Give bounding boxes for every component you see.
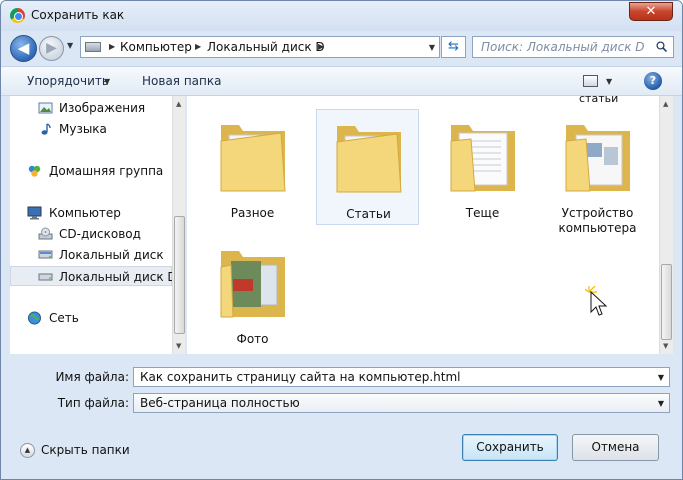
breadcrumb-chevron-icon[interactable]: ▶	[195, 42, 201, 51]
folder-icon	[565, 125, 630, 192]
navigation-scrollbar[interactable]: ▲ ▼	[172, 96, 185, 354]
sidebar-item-label: Изображения	[59, 101, 146, 115]
scrollbar-thumb[interactable]	[174, 216, 185, 334]
folder-icon	[220, 251, 285, 318]
network-icon	[28, 311, 41, 325]
refresh-button[interactable]: ⇆	[441, 36, 466, 58]
folder-icon	[220, 125, 286, 192]
close-button[interactable]: ✕	[629, 2, 673, 21]
navigation-pane: Изображения Музыка Домашняя группа Компь…	[10, 96, 177, 354]
sidebar-item-label: Музыка	[59, 122, 107, 136]
recent-locations-icon[interactable]: ▼	[67, 41, 73, 50]
sidebar-item-label: Сеть	[49, 311, 79, 325]
folder-name: компьютера	[558, 221, 637, 235]
sidebar-item-cd-drive[interactable]: CD-дисковод	[10, 224, 172, 244]
sidebar-item-computer[interactable]: Компьютер	[10, 203, 172, 223]
computer-icon	[85, 42, 101, 52]
folder-name: Разное	[230, 206, 275, 220]
breadcrumb-disk-d[interactable]: Локальный диск D	[207, 40, 325, 54]
folder-item[interactable]: Устройство компьютера	[546, 109, 649, 235]
scroll-down-icon[interactable]: ▼	[176, 342, 181, 350]
filename-value: Как сохранить страницу сайта на компьюте…	[140, 370, 461, 384]
folder-item[interactable]: Разное	[201, 109, 304, 225]
folder-icon	[450, 125, 515, 192]
scrollbar-thumb[interactable]	[661, 264, 672, 340]
scroll-down-icon[interactable]: ▼	[663, 342, 668, 350]
chevron-down-icon[interactable]: ▼	[658, 399, 664, 408]
scroll-up-icon[interactable]: ▲	[176, 100, 181, 108]
sidebar-item-local-disk[interactable]: Локальный диск	[10, 245, 172, 265]
folder-item-hover[interactable]: Статьи	[316, 109, 419, 225]
file-list: статьи Разное Статьи Теще Устройство ком…	[187, 92, 659, 354]
disk-icon	[38, 273, 53, 281]
forward-button[interactable]: ▶	[39, 36, 64, 61]
view-icon[interactable]	[583, 75, 598, 87]
music-icon	[41, 123, 51, 135]
save-button[interactable]: Сохранить	[462, 434, 558, 461]
filename-label: Имя файла:	[55, 370, 129, 384]
chevron-down-icon[interactable]: ▼	[658, 373, 664, 382]
organize-button[interactable]: Упорядочить	[27, 74, 109, 88]
address-row: ◀ ▶ ▼ ▶ Компьютер ▶ Локальный диск D ▶ ▼…	[1, 31, 682, 63]
help-button[interactable]: ?	[644, 72, 662, 90]
address-dropdown-icon[interactable]: ▼	[429, 43, 435, 52]
homegroup-icon	[28, 165, 41, 177]
folder-name: Статьи	[346, 207, 391, 221]
folder-name: Фото	[236, 332, 269, 346]
save-as-dialog: Сохранить как ✕ ◀ ▶ ▼ ▶ Компьютер ▶ Лока…	[0, 0, 683, 480]
sidebar-item-label: Локальный диск D	[59, 270, 177, 284]
search-icon[interactable]	[656, 41, 667, 52]
filetype-select[interactable]: Веб-страница полностью ▼	[133, 393, 670, 413]
folder-label-partial: статьи	[579, 92, 619, 105]
breadcrumb-chevron-icon[interactable]: ▶	[109, 42, 115, 51]
window-title: Сохранить как	[31, 8, 125, 22]
folder-name: Теще	[465, 206, 500, 220]
filetype-label: Тип файла:	[57, 396, 129, 410]
chevron-up-icon[interactable]: ▲	[20, 443, 35, 458]
scroll-up-icon[interactable]: ▲	[663, 100, 668, 108]
sidebar-item-pictures[interactable]: Изображения	[10, 98, 172, 118]
filetype-value: Веб-страница полностью	[140, 396, 300, 410]
sidebar-item-label: CD-дисковод	[59, 227, 141, 241]
address-bar[interactable]: ▶ Компьютер ▶ Локальный диск D ▶ ▼	[80, 36, 440, 58]
mouse-cursor-icon	[585, 286, 608, 316]
pictures-icon	[38, 102, 53, 114]
chrome-icon	[10, 8, 25, 23]
search-input[interactable]: Поиск: Локальный диск D	[472, 36, 674, 58]
cancel-button[interactable]: Отмена	[572, 434, 659, 461]
disk-icon	[38, 250, 53, 259]
back-button[interactable]: ◀	[10, 35, 37, 62]
sidebar-item-label: Домашняя группа	[49, 164, 164, 178]
sidebar-item-local-disk-d[interactable]: Локальный диск D	[10, 266, 177, 286]
sidebar-item-label: Компьютер	[49, 206, 121, 220]
folder-item[interactable]: Фото	[201, 235, 304, 351]
folder-item[interactable]: Теще	[431, 109, 534, 225]
sidebar-item-music[interactable]: Музыка	[10, 119, 172, 139]
file-list-scrollbar[interactable]: ▲ ▼	[659, 96, 673, 354]
filename-input[interactable]: Как сохранить страницу сайта на компьюте…	[133, 367, 670, 387]
sidebar-item-label: Локальный диск	[59, 248, 164, 262]
breadcrumb-chevron-icon[interactable]: ▶	[318, 42, 324, 51]
hide-folders-label: Скрыть папки	[41, 443, 130, 457]
chevron-down-icon[interactable]: ▼	[104, 77, 110, 86]
sidebar-item-homegroup[interactable]: Домашняя группа	[10, 161, 172, 181]
search-placeholder: Поиск: Локальный диск D	[481, 40, 645, 54]
breadcrumb-computer[interactable]: Компьютер	[120, 40, 192, 54]
folder-name: Устройство	[561, 206, 634, 220]
cd-drive-icon	[38, 227, 53, 240]
new-folder-button[interactable]: Новая папка	[142, 74, 221, 88]
computer-icon	[27, 206, 42, 220]
folder-icon	[336, 126, 402, 193]
chevron-down-icon[interactable]: ▼	[606, 77, 612, 86]
sidebar-item-network[interactable]: Сеть	[10, 308, 172, 328]
title-bar: Сохранить как ✕	[1, 1, 682, 31]
